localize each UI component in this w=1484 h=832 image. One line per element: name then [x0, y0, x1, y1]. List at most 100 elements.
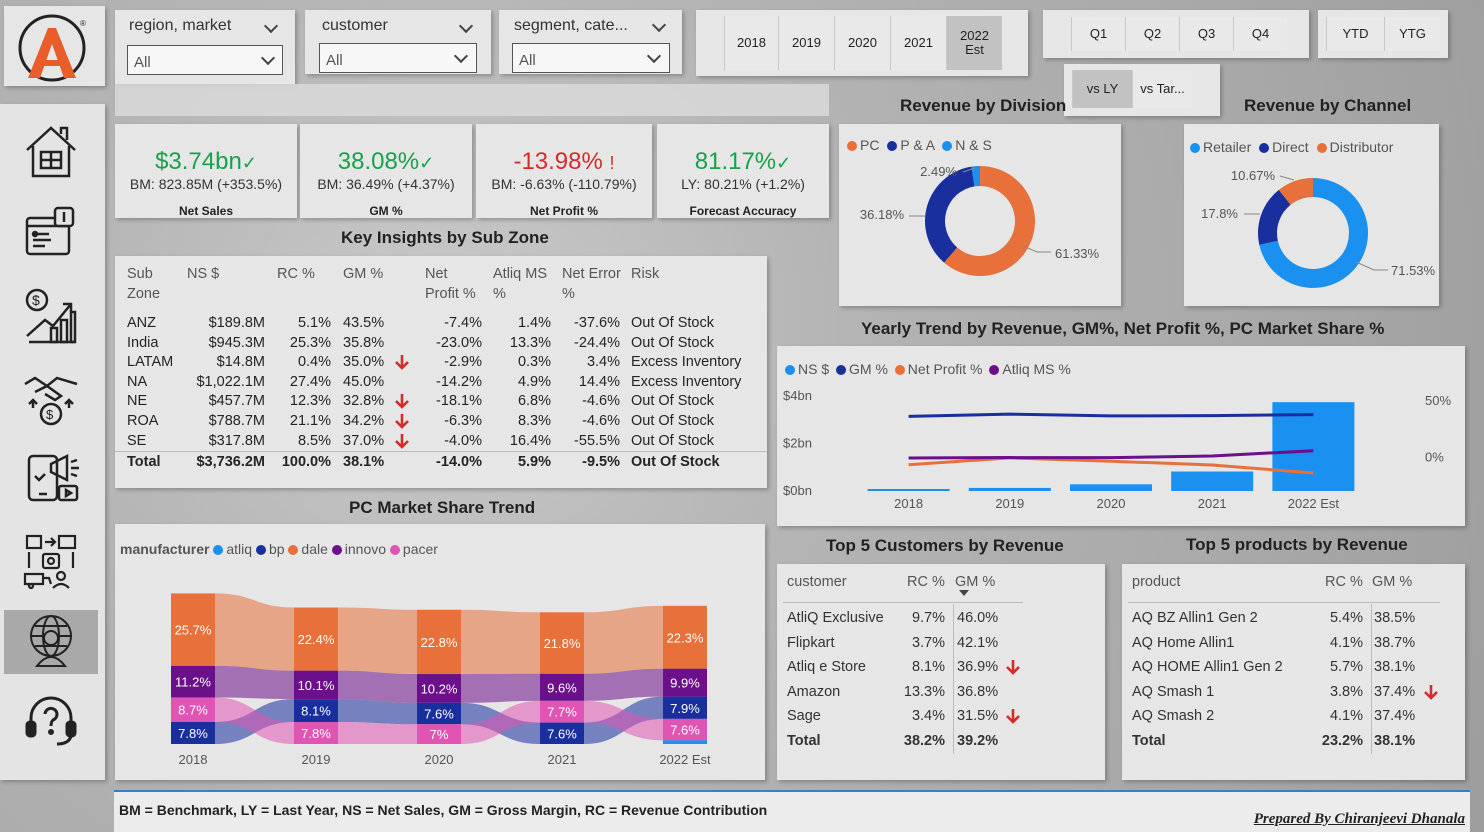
insights-col-header[interactable]: Net Error % [562, 264, 622, 304]
filter-region-market[interactable]: region, market All [115, 10, 295, 84]
table-row[interactable]: Amazon 13.3% 36.8% [777, 682, 1105, 704]
nav-executive[interactable] [4, 610, 98, 674]
cell-zone: LATAM [127, 354, 174, 371]
table-row[interactable]: ANZ $189.8M 5.1% 43.5% -7.4% 1.4% -37.6% Out Of… [115, 313, 767, 333]
insights-col-header[interactable]: Net Profit % [425, 264, 485, 304]
cell-zone: NA [127, 373, 148, 390]
ytg-button[interactable]: YTG [1384, 17, 1440, 51]
share-title: PC Market Share Trend [349, 498, 536, 517]
cell-name: AQ Smash 1 [1132, 683, 1215, 700]
quarter-button-q2[interactable]: Q2 [1125, 17, 1179, 51]
table-row[interactable]: AQ BZ Allin1 Gen 2 5.4% 38.5% [1122, 608, 1465, 630]
insights-col-header[interactable]: Atliq MS % [493, 264, 553, 304]
data-label: 8.1% [301, 704, 331, 719]
cell-gm: 38.7% [1374, 634, 1416, 651]
table-total-row[interactable]: Total $3,736.2M 100.0% 38.1% -14.0% 5.9% -9.5%… [115, 451, 767, 471]
channel-donut-chart: 71.53% 17.8% 10.67% [1201, 168, 1436, 288]
quarter-button-q3[interactable]: Q3 [1179, 17, 1233, 51]
table-row[interactable]: ROA $788.7M 21.1% 34.2% -6.3% 8.3% -4.6% Out Of… [115, 411, 767, 431]
table-total-row[interactable]: Total 38.2% 39.2% [777, 731, 1105, 753]
insights-col-header[interactable]: NS $ [187, 264, 247, 284]
year-button-2022-est[interactable]: 2022 Est [946, 16, 1002, 70]
chevron-down-icon[interactable] [263, 18, 279, 34]
col-header[interactable]: RC % [907, 574, 945, 590]
nav-help[interactable] [4, 688, 98, 752]
cell-gm: 45.0% [343, 373, 385, 390]
chevron-down-icon[interactable] [651, 17, 667, 33]
table-row[interactable]: Sage 3.4% 31.5% [777, 706, 1105, 728]
filter-select[interactable]: All [512, 43, 670, 73]
col-header[interactable]: GM % [955, 574, 995, 590]
nav-marketing[interactable] [4, 444, 98, 508]
column-divider [953, 604, 954, 754]
insights-col-header[interactable]: Sub Zone [127, 264, 177, 304]
col-header[interactable]: RC % [1325, 574, 1363, 590]
kpi-forecast-accuracy: 81.17%✓ LY: 80.21% (+1.2%) Forecast Accu… [657, 124, 829, 218]
share-chart-card: manufacturer atliq bp dale innovo pacer … [115, 524, 765, 780]
nav-partnership[interactable]: $ [4, 366, 98, 430]
cell-rc: 4.1% [1329, 708, 1363, 725]
table-row[interactable]: AtliQ Exclusive 9.7% 46.0% [777, 608, 1105, 630]
cell-name: Total [787, 733, 821, 749]
cell-risk: Out Of Stock [631, 393, 714, 410]
nav-report[interactable] [4, 202, 98, 266]
ns-bar [1171, 471, 1254, 491]
table-row[interactable]: NE $457.7M 12.3% 32.8% -18.1% 6.8% -4.6% Out Of… [115, 391, 767, 411]
year-button-2018[interactable]: 2018 [724, 16, 778, 70]
ribbon-dale [215, 593, 294, 671]
kpi-benchmark: BM: -6.63% (-110.79%) [491, 176, 637, 192]
chevron-down-icon[interactable] [458, 18, 474, 34]
col-header[interactable]: product [1132, 574, 1180, 590]
vs-ly-button[interactable]: vs LY [1072, 70, 1132, 108]
table-row[interactable]: India $945.3M 25.3% 35.8% -23.0% 13.3% -24.4% O… [115, 333, 767, 353]
filter-customer[interactable]: customer All [305, 10, 491, 74]
x-tick-label: 2020 [1097, 496, 1126, 511]
table-row[interactable]: Atliq e Store 8.1% 36.9% [777, 657, 1105, 679]
vs-target-button[interactable]: vs Tar... [1132, 70, 1192, 108]
insights-col-header[interactable]: RC % [277, 264, 337, 284]
ytd-button[interactable]: YTD [1326, 17, 1384, 51]
kpi-value: $3.74bn✓ [155, 148, 257, 175]
data-label: 10.67% [1231, 168, 1276, 183]
table-row[interactable]: AQ Smash 1 3.8% 37.4% [1122, 682, 1465, 704]
table-row[interactable]: AQ Home Allin1 4.1% 38.7% [1122, 633, 1465, 655]
kpi-gm-percent: 38.08%✓ BM: 36.49% (+4.37%) GM % [300, 124, 472, 218]
col-header[interactable]: customer [787, 574, 847, 590]
year-button-2021[interactable]: 2021 [890, 16, 946, 70]
comparison-slicer: vs LY vs Tar... [1064, 64, 1220, 116]
x-tick-label: 2022 Est [659, 752, 711, 767]
year-button-2019[interactable]: 2019 [778, 16, 834, 70]
col-header[interactable]: GM % [1372, 574, 1412, 590]
nav-finance[interactable]: $ [4, 284, 98, 348]
svg-text:$: $ [46, 407, 54, 422]
down-arrow-icon [395, 414, 409, 429]
filter-select[interactable]: All [127, 45, 283, 75]
nav-home[interactable] [4, 120, 98, 184]
table-row[interactable]: LATAM $14.8M 0.4% 35.0% -2.9% 0.3% 3.4% Excess … [115, 352, 767, 372]
products-table: product RC % GM % AQ BZ Allin1 Gen 2 5.4% 38.… [1122, 564, 1465, 780]
sort-desc-icon[interactable] [959, 590, 969, 596]
quarter-button-q4[interactable]: Q4 [1233, 17, 1287, 51]
quarter-button-q1[interactable]: Q1 [1071, 17, 1125, 51]
down-arrow-icon [1006, 660, 1020, 676]
table-row[interactable]: AQ HOME Allin1 Gen 2 5.7% 38.1% [1122, 657, 1465, 679]
kpi-value: -13.98% ! [513, 148, 615, 175]
table-row[interactable]: AQ Smash 2 4.1% 37.4% [1122, 706, 1465, 728]
filter-select[interactable]: All [319, 43, 477, 73]
year-button-2020[interactable]: 2020 [834, 16, 890, 70]
x-tick-label: 2021 [548, 752, 577, 767]
nav-supply-chain[interactable] [4, 528, 98, 592]
cell-rc: 5.4% [1329, 610, 1363, 626]
down-arrow-icon [395, 355, 409, 371]
table-total-row[interactable]: Total 23.2% 38.1% [1122, 731, 1465, 753]
insights-col-header[interactable]: Risk [631, 264, 721, 284]
table-row[interactable]: SE $317.8M 8.5% 37.0% -4.0% 16.4% -55.5% Out Of… [115, 431, 767, 451]
filter-segment-category[interactable]: segment, cate... All [499, 10, 682, 74]
insights-col-header[interactable]: GM % [343, 264, 403, 284]
data-label: 7.6% [670, 723, 700, 738]
table-row[interactable]: Flipkart 3.7% 42.1% [777, 633, 1105, 655]
kpi-label: GM % [369, 204, 403, 218]
products-title: Top 5 products by Revenue [1186, 535, 1408, 554]
channel-donut-card: Retailer Direct Distributor 71.53% 17.8% 1… [1184, 124, 1439, 306]
table-row[interactable]: NA $1,022.1M 27.4% 45.0% -14.2% 4.9% 14.4% Exce… [115, 372, 767, 392]
